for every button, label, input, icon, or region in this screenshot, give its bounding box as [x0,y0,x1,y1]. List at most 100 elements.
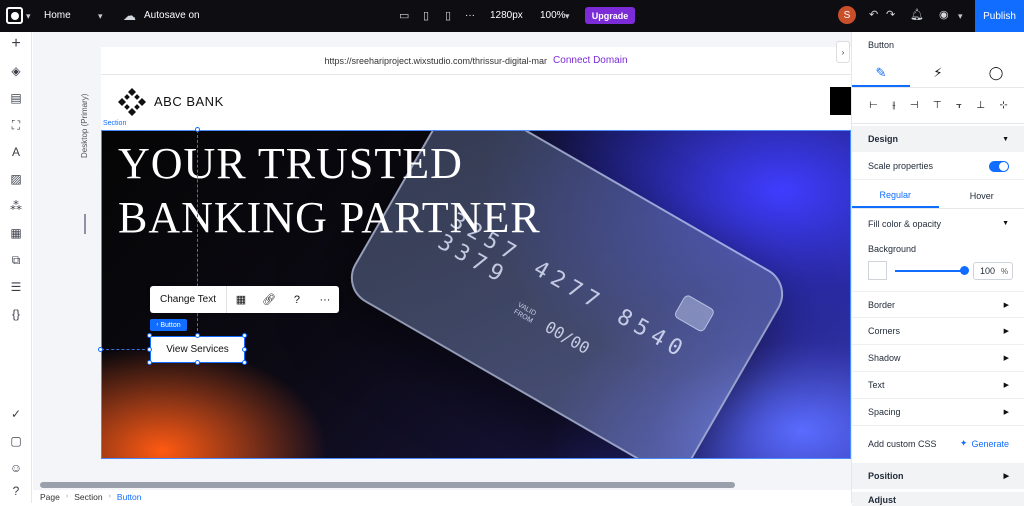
align-right-icon[interactable]: ⊣ [910,100,919,111]
selection-handle[interactable] [98,347,103,352]
adjust-header[interactable]: Adjust [852,492,1024,506]
fill-color-row[interactable]: Fill color & opacity ▼ [852,210,1024,237]
tab-regular[interactable]: Regular [852,183,939,208]
breadcrumb-page[interactable]: Page [40,492,60,502]
opacity-input[interactable]: 100 % [973,262,1013,280]
connect-domain-link[interactable]: Connect Domain [553,55,627,66]
selection-handle[interactable] [242,347,247,352]
cloud-icon: ☁ [123,8,136,24]
team-icon[interactable]: ☺ [8,460,24,476]
avatar[interactable]: S [838,6,856,24]
page-selector[interactable]: Home [44,10,71,21]
tablet-icon[interactable]: ▯ [423,9,429,22]
undo-icon[interactable]: ↶ [869,8,878,21]
generate-button[interactable]: ✦Generate [960,438,1009,449]
opacity-slider-fill [895,270,965,272]
view-services-button[interactable]: View Services [150,336,245,363]
canvas-width[interactable]: 1280px [490,10,523,21]
text-theme-icon[interactable]: A [8,144,24,160]
code-icon[interactable]: {} [8,306,24,322]
border-row[interactable]: Border▶ [852,291,1024,318]
apps-icon[interactable]: ⁂ [8,198,24,214]
button-tag[interactable]: ‹ Button [150,319,187,331]
autosave-status: Autosave on [144,10,200,21]
selection-handle[interactable] [147,347,152,352]
site-checks-icon[interactable]: ✓ [8,406,24,422]
cms-icon[interactable]: ☰ [8,279,24,295]
header-menu-block[interactable] [830,87,851,115]
horizontal-scrollbar[interactable] [40,482,735,488]
zoom-level[interactable]: 100% [540,10,566,21]
selection-handle[interactable] [147,333,152,338]
collapse-panel-button[interactable]: › [836,41,850,63]
align-top-icon[interactable]: ⊤ [933,100,942,111]
left-toolbar: + ◈ ▤ ⛶ A ▨ ⁂ ▦ ⧉ ☰ {} ✓ ▢ ☺ ? [0,32,32,503]
help-icon[interactable]: ? [283,294,311,306]
breadcrumb-section[interactable]: Section [74,492,102,502]
hint-bulb-icon[interactable]: ◯ [981,64,1011,82]
tab-hover[interactable]: Hover [939,183,1024,208]
align-bottom-icon[interactable]: ⊥ [976,100,985,111]
resize-handle[interactable] [84,214,86,234]
business-apps-icon[interactable]: ⧉ [8,252,24,268]
change-text-button[interactable]: Change Text [150,294,226,305]
chevron-right-icon: ▶ [1004,408,1009,416]
chevron-down-icon[interactable]: ▾ [26,11,31,22]
align-middle-icon[interactable]: ⫟ [956,100,962,111]
chevron-down-icon[interactable]: ▾ [98,11,103,22]
bell-icon[interactable]: 🔔︎ [910,8,924,21]
state-tabs: Regular Hover [852,183,1024,209]
active-tab-indicator [852,85,910,87]
corners-row[interactable]: Corners▶ [852,318,1024,345]
site-structure-icon[interactable]: ⛶ [8,117,24,133]
mobile-icon[interactable]: ▯ [445,9,451,22]
desktop-icon[interactable]: ▭ [399,9,409,22]
background-label: Background [868,244,916,254]
shadow-row[interactable]: Shadow▶ [852,345,1024,372]
selection-handle[interactable] [147,360,152,365]
align-center-h-icon[interactable]: ⫲ [892,100,895,111]
background-color-swatch[interactable] [868,261,887,280]
distribute-icon[interactable]: ⊹ [999,100,1007,111]
align-left-icon[interactable]: ⊢ [869,100,878,111]
help-icon[interactable]: ? [8,483,24,499]
app-market-icon[interactable]: ▦ [8,225,24,241]
design-brush-icon[interactable]: ✎ [866,64,896,82]
site-header[interactable]: ABC BANK [101,75,851,130]
comments-icon[interactable]: ▢ [8,433,24,449]
site-url: https://sreehariproject.wixstudio.com/th… [324,56,547,66]
custom-css-label: Add custom CSS [868,439,937,449]
selection-handle[interactable] [195,333,200,338]
design-header[interactable]: Design ▼ [852,126,1024,152]
publish-button[interactable]: Publish [975,0,1024,32]
link-icon[interactable]: 🔗︎ [255,293,283,306]
redo-icon[interactable]: ↷ [886,8,895,21]
selection-handle[interactable] [195,127,200,132]
interactions-bolt-icon[interactable]: ⚡︎ [923,64,953,82]
layers-icon[interactable]: ◈ [8,63,24,79]
spacing-row[interactable]: Spacing ▶ [852,399,1024,426]
brand-name: ABC BANK [154,94,224,109]
chevron-down-icon[interactable]: ▾ [958,11,963,22]
selection-handle[interactable] [242,360,247,365]
more-icon[interactable]: ··· [311,294,339,306]
add-elements-icon[interactable]: + [8,36,24,52]
opacity-slider-handle[interactable] [960,266,969,275]
sparkle-icon: ✦ [960,438,968,449]
selection-handle[interactable] [242,333,247,338]
breadcrumb-button[interactable]: Button [117,492,142,502]
text-row[interactable]: Text▶ [852,372,1024,399]
media-icon[interactable]: ▨ [8,171,24,187]
more-breakpoints[interactable]: ··· [465,10,475,21]
wix-logo-icon[interactable] [6,7,23,24]
upgrade-button[interactable]: Upgrade [585,7,635,24]
position-header[interactable]: Position ▶ [852,463,1024,489]
pages-icon[interactable]: ▤ [8,90,24,106]
selection-handle[interactable] [195,360,200,365]
spacing-label: Spacing [868,407,901,417]
chevron-down-icon[interactable]: ▾ [565,11,570,22]
hero-title[interactable]: YOUR TRUSTED BANKING PARTNER [118,137,541,245]
scale-properties-toggle[interactable] [989,161,1009,172]
layout-icon[interactable]: ▦ [227,293,255,306]
preview-eye-icon[interactable]: ◉ [939,8,949,21]
